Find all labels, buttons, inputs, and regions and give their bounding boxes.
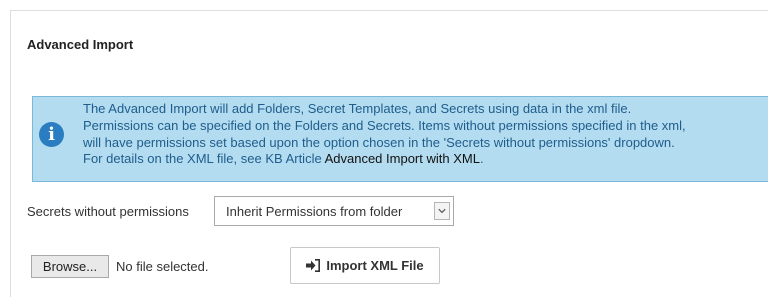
info-message: The Advanced Import will add Folders, Se… [83, 101, 768, 168]
import-button-label: Import XML File [326, 258, 424, 273]
secrets-without-permissions-label: Secrets without permissions [27, 204, 189, 219]
info-line-3: will have permissions set based upon the… [83, 134, 675, 150]
import-xml-button[interactable]: Import XML File [290, 247, 440, 284]
info-line-4-prefix: For details on the XML file, see KB Arti… [83, 151, 325, 167]
panel-title: Advanced Import [27, 37, 134, 52]
kb-article-link[interactable]: Advanced Import with XML [325, 151, 480, 166]
file-status-text: No file selected. [116, 259, 209, 274]
info-line-2: Permissions can be specified on the Fold… [83, 117, 686, 133]
permissions-dropdown-value: Inherit Permissions from folder [226, 204, 403, 219]
info-line-1: The Advanced Import will add Folders, Se… [83, 101, 632, 116]
browse-button[interactable]: Browse... [31, 255, 109, 278]
chevron-down-icon[interactable] [434, 202, 450, 220]
info-icon: i [39, 122, 64, 147]
sign-in-icon [306, 259, 321, 272]
info-line-4-suffix: . [479, 151, 484, 167]
info-line-4: For details on the XML file, see KB Arti… [83, 151, 768, 168]
permissions-dropdown[interactable]: Inherit Permissions from folder [214, 196, 454, 226]
